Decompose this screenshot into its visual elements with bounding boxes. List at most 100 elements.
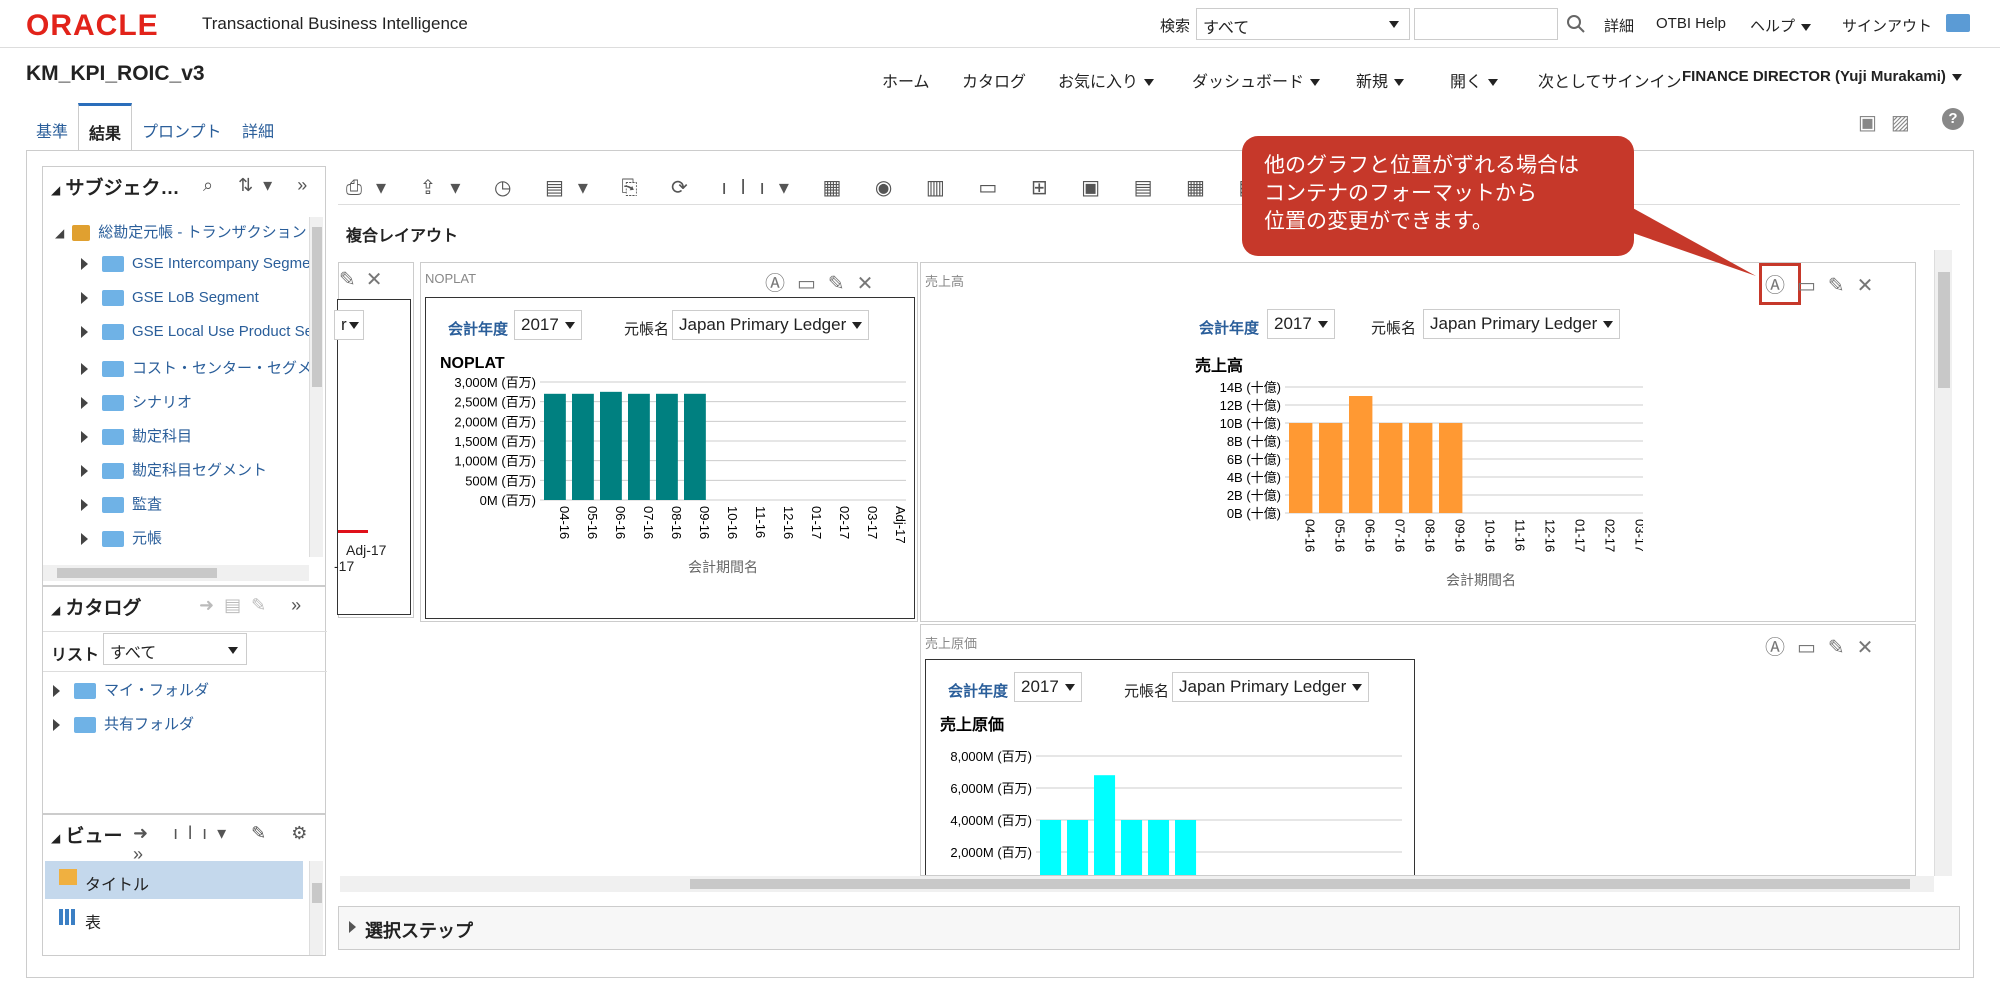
subject-area-tools[interactable]: ⌕ ⇅▾ » bbox=[203, 175, 317, 196]
year-select[interactable]: 2017 bbox=[1014, 672, 1082, 702]
nav-new[interactable]: 新規 bbox=[1356, 68, 1405, 92]
tab-criteria[interactable]: 基準 bbox=[36, 118, 68, 142]
chart-pane-cogs: 売上原価 Ⓐ▭✎✕ 会計年度 2017 元帳名 Japan Primary Le… bbox=[920, 624, 1916, 876]
ledger-select[interactable]: Japan Primary Ledger bbox=[1172, 672, 1370, 702]
canvas-vscrollbar[interactable] bbox=[1934, 250, 1952, 876]
scroll-thumb[interactable] bbox=[1938, 272, 1950, 388]
scroll-thumb[interactable] bbox=[312, 883, 322, 903]
tab-results[interactable]: 結果 bbox=[78, 103, 132, 151]
x-axis-label: 会計期間名 bbox=[688, 559, 758, 575]
catalog-list-select[interactable]: すべて bbox=[103, 633, 247, 665]
nav-dashboard[interactable]: ダッシュボード bbox=[1192, 68, 1321, 92]
y-tick-label: 8,000M (百万) bbox=[950, 749, 1032, 764]
search-input[interactable] bbox=[1414, 8, 1558, 40]
signin-as-label: 次としてサインイン bbox=[1538, 74, 1682, 91]
subject-area-icon bbox=[72, 225, 91, 242]
tree-item[interactable]: 監査 bbox=[81, 493, 162, 514]
signout-link[interactable]: サインアウト bbox=[1842, 15, 1932, 36]
tree-item[interactable]: コスト・センター・セグメ bbox=[81, 357, 312, 378]
pane-icons[interactable]: Ⓐ▭✎✕ bbox=[1765, 269, 1885, 298]
y-tick-label: 0M (百万) bbox=[480, 493, 536, 508]
tree-item[interactable]: GSE LoB Segment bbox=[81, 289, 259, 307]
subject-area-title: サブジェク… bbox=[65, 178, 180, 199]
canvas-hscrollbar[interactable] bbox=[340, 876, 1934, 892]
ledger-select-value: Japan Primary Ledger bbox=[679, 315, 847, 334]
catalog-tools[interactable]: ➜▤✎ » bbox=[199, 595, 311, 616]
bar bbox=[1379, 423, 1403, 513]
year-select[interactable]: 2017 bbox=[514, 310, 582, 340]
pane-icons[interactable]: Ⓐ▭✎✕ bbox=[765, 267, 885, 296]
tree-item-label: 勘定科目 bbox=[132, 428, 193, 445]
help-label: ヘルプ bbox=[1750, 18, 1796, 35]
x-tick-label: 03-17 bbox=[865, 506, 880, 539]
nav-open[interactable]: 開く bbox=[1450, 68, 1499, 92]
tree-root[interactable]: ◢ 総勘定元帳 - トランザクション bbox=[55, 221, 307, 242]
catalog-item-shared-folder[interactable]: 共有フォルダ bbox=[53, 713, 194, 734]
catalog-item-my-folder[interactable]: マイ・フォルダ bbox=[53, 679, 209, 700]
tree-item[interactable]: 勘定科目セグメント bbox=[81, 459, 267, 480]
tree-item-label: GSE Local Use Product Se bbox=[132, 323, 313, 340]
nav-home[interactable]: ホーム bbox=[882, 68, 930, 92]
tree-item[interactable]: 勘定科目 bbox=[81, 425, 192, 446]
views-scrollbar[interactable] bbox=[309, 861, 323, 955]
user-name: FINANCE DIRECTOR (Yuji Murakami) bbox=[1682, 68, 1946, 85]
tab-prompts[interactable]: プロンプト bbox=[142, 118, 222, 142]
x-tick-label: 07-16 bbox=[641, 506, 656, 539]
folder-icon bbox=[102, 395, 124, 412]
user-menu[interactable]: FINANCE DIRECTOR (Yuji Murakami) bbox=[1682, 68, 1962, 85]
pane-icons[interactable]: Ⓐ▭✎✕ bbox=[1765, 631, 1885, 660]
x-tick-label: 06-16 bbox=[1363, 519, 1378, 552]
ledger-select[interactable]: Japan Primary Ledger bbox=[672, 310, 870, 340]
subject-scrollbar[interactable] bbox=[309, 217, 323, 557]
apps-icon[interactable] bbox=[1946, 14, 1970, 32]
layout-title: 複合レイアウト bbox=[346, 228, 459, 245]
otbi-help-link[interactable]: OTBI Help bbox=[1656, 15, 1726, 32]
subject-hscrollbar[interactable] bbox=[43, 565, 309, 581]
year-select[interactable]: r bbox=[334, 310, 364, 340]
noplat-chart: NOPLAT 0M (百万) 500M (百万) 1,000M (百万) 1,500M … bbox=[440, 355, 908, 575]
y-tick-label: 2B (十億) bbox=[1227, 488, 1281, 503]
scroll-thumb[interactable] bbox=[57, 568, 217, 578]
search-icon[interactable] bbox=[1566, 14, 1586, 34]
help-icon[interactable]: ? bbox=[1942, 108, 1964, 130]
tree-item[interactable]: シナリオ bbox=[81, 391, 192, 412]
tree-item-label: シナリオ bbox=[132, 394, 193, 411]
ledger-select[interactable]: Japan Primary Ledger bbox=[1423, 309, 1621, 339]
tree-item[interactable]: GSE Local Use Product Se bbox=[81, 323, 313, 341]
scroll-thumb[interactable] bbox=[312, 227, 322, 387]
view-item-table[interactable]: 表 bbox=[45, 901, 303, 935]
selection-steps-bar[interactable]: 選択ステップ bbox=[338, 906, 1960, 950]
save-icons[interactable]: ▣▨ bbox=[1858, 110, 1924, 135]
scroll-thumb[interactable] bbox=[690, 879, 1910, 889]
catalog-panel: ◢ カタログ ➜▤✎ » リスト すべて マイ・フォルダ 共有フォルダ bbox=[42, 586, 327, 814]
tree-item[interactable]: 元帳 bbox=[81, 527, 162, 548]
help-menu[interactable]: ヘルプ bbox=[1750, 15, 1812, 36]
tab-advanced[interactable]: 詳細 bbox=[242, 118, 274, 142]
expand-icon bbox=[81, 533, 88, 546]
expand-icon bbox=[81, 326, 88, 339]
view-item-title[interactable]: タイトル bbox=[45, 861, 303, 899]
nav-favorites[interactable]: お気に入り bbox=[1058, 68, 1155, 92]
expand-icon bbox=[53, 719, 60, 732]
chevron-down-icon bbox=[1394, 79, 1405, 87]
expand-icon bbox=[81, 397, 88, 410]
search-scope-select[interactable]: すべて bbox=[1196, 8, 1410, 40]
chart-title: 売上高 bbox=[1195, 357, 1243, 375]
tree-item[interactable]: GSE Intercompany Segme bbox=[81, 255, 310, 273]
year-select[interactable]: 2017 bbox=[1267, 309, 1335, 339]
bar bbox=[1175, 820, 1197, 875]
nav-catalog[interactable]: カタログ bbox=[962, 68, 1026, 92]
page-title: KM_KPI_ROIC_v3 bbox=[26, 62, 205, 85]
title-view-icon bbox=[59, 869, 77, 885]
bar bbox=[1148, 820, 1170, 875]
divider bbox=[43, 671, 327, 672]
chevron-down-icon bbox=[852, 322, 863, 330]
nav-dashboard-label: ダッシュボード bbox=[1192, 74, 1305, 91]
x-tick-label: 12-16 bbox=[1543, 519, 1558, 552]
views-tools[interactable]: ➜ ılı▾ ✎ ⚙ » bbox=[133, 823, 325, 865]
pane-icons[interactable]: ✎✕ bbox=[339, 267, 393, 292]
pane-title: NOPLAT bbox=[425, 271, 477, 286]
advanced-link[interactable]: 詳細 bbox=[1604, 15, 1634, 36]
results-toolbar[interactable]: ⎙▾ ⇪▾ ◷ ▤▾ ⎘ ⟳ ılı▾ ▦ ◉ ▥ ▭ ⊞ ▣ ▤ ▦ ▧ ⤢ bbox=[346, 175, 1321, 200]
x-tick-label: 05-16 bbox=[1333, 519, 1348, 552]
